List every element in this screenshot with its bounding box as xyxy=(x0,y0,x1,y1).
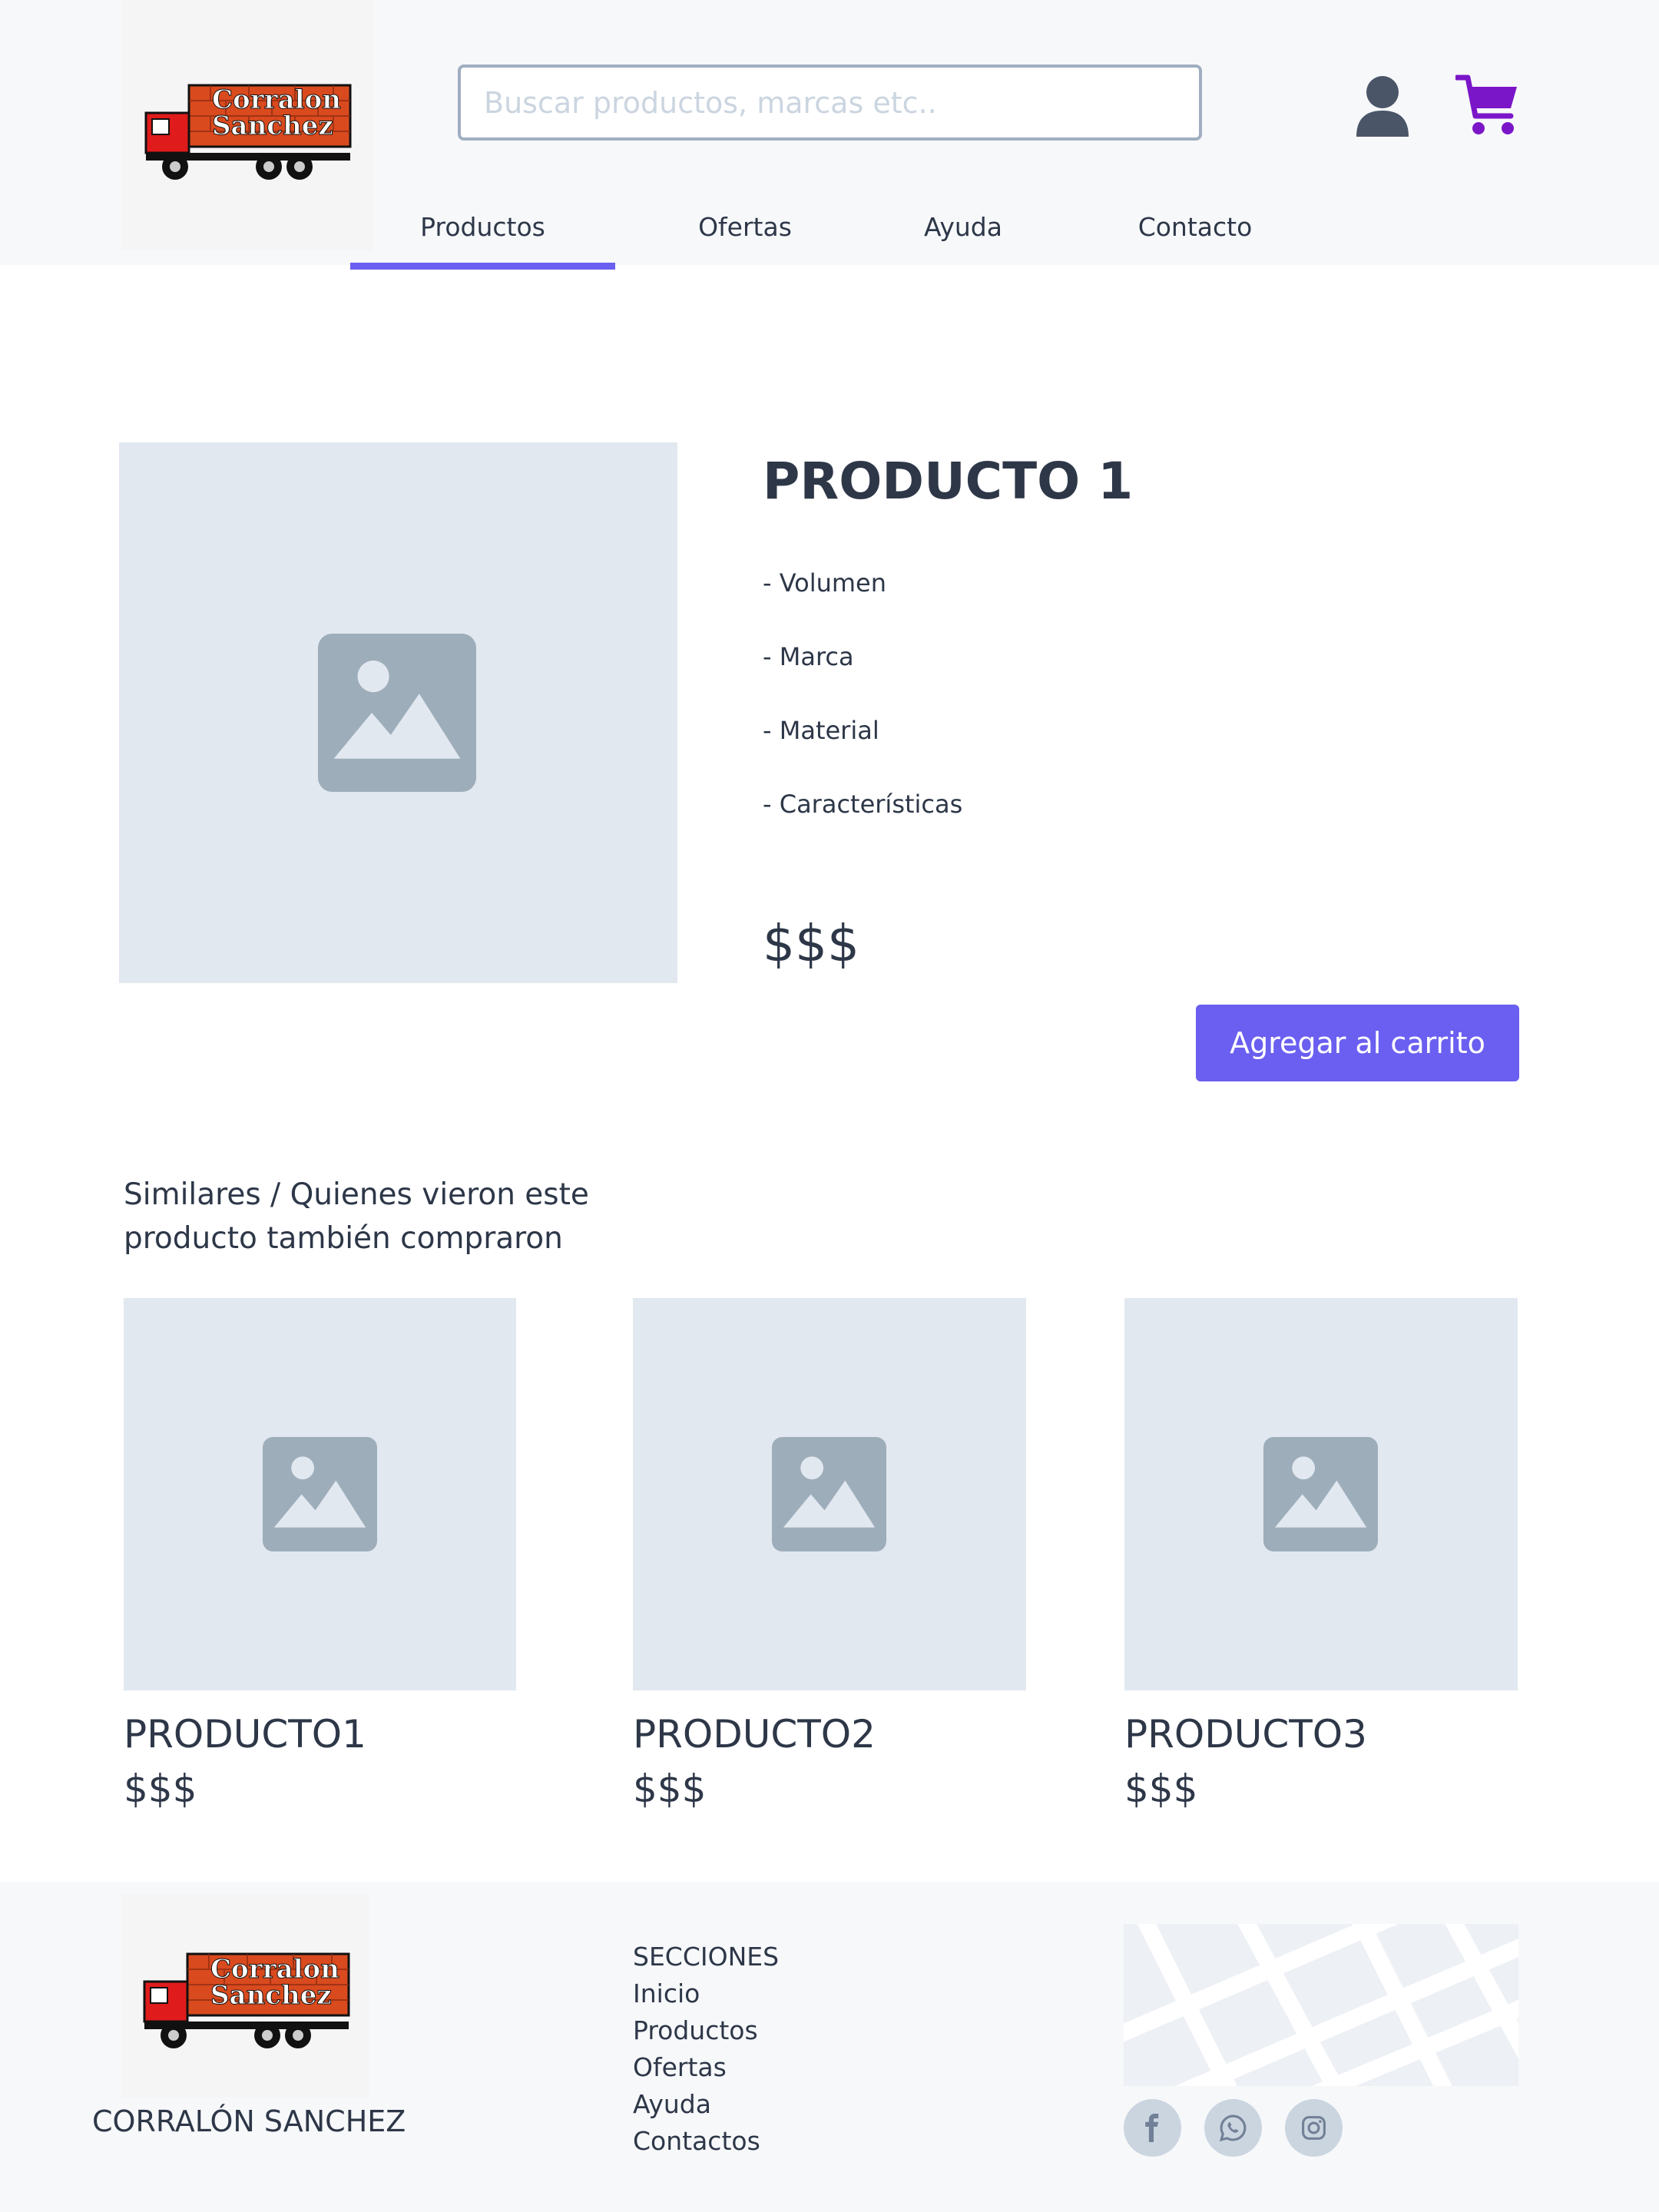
user-icon[interactable] xyxy=(1355,75,1410,137)
whatsapp-icon xyxy=(1219,2114,1247,2142)
feature-material: - Material xyxy=(763,716,879,745)
image-placeholder-icon xyxy=(1263,1437,1378,1551)
nav-productos[interactable]: Productos xyxy=(350,212,615,242)
footer-logo[interactable]: Corralon Sanchez xyxy=(121,1894,369,2098)
instagram-button[interactable] xyxy=(1285,2099,1343,2157)
map-streets xyxy=(1124,1924,1518,2086)
footer-brand-name: CORRALÓN SANCHEZ xyxy=(92,2104,406,2138)
footer-link-ayuda[interactable]: Ayuda xyxy=(633,2089,711,2119)
image-placeholder-icon xyxy=(772,1437,886,1551)
feature-caracteristicas: - Características xyxy=(763,790,963,819)
logo-text-line2: Sanchez xyxy=(210,1980,333,2012)
similar-product-name-1[interactable]: PRODUCTO1 xyxy=(124,1712,366,1757)
nav-active-indicator xyxy=(350,263,615,270)
similar-product-price-2: $$$ xyxy=(633,1767,707,1811)
similar-product-name-3[interactable]: PRODUCTO3 xyxy=(1124,1712,1367,1757)
image-placeholder-icon xyxy=(263,1437,377,1551)
footer-sections-title: SECCIONES xyxy=(633,1942,780,1972)
product-price: $$$ xyxy=(763,914,859,973)
feature-marca: - Marca xyxy=(763,642,854,671)
similar-product-image-1[interactable] xyxy=(124,1298,516,1690)
facebook-button[interactable] xyxy=(1124,2099,1181,2157)
header-logo[interactable]: Corralon Sanchez xyxy=(121,0,373,250)
product-image xyxy=(119,442,677,983)
similar-product-price-3: $$$ xyxy=(1124,1767,1198,1811)
product-title: PRODUCTO 1 xyxy=(763,452,1134,511)
similar-product-price-1: $$$ xyxy=(124,1767,197,1811)
nav-contacto[interactable]: Contacto xyxy=(1118,212,1272,242)
search-input[interactable] xyxy=(458,65,1202,141)
similar-product-image-3[interactable] xyxy=(1124,1298,1518,1690)
add-to-cart-button[interactable]: Agregar al carrito xyxy=(1196,1005,1519,1081)
feature-volumen: - Volumen xyxy=(763,568,887,598)
cart-icon[interactable] xyxy=(1455,73,1520,137)
image-placeholder-icon xyxy=(318,634,476,792)
whatsapp-button[interactable] xyxy=(1204,2099,1262,2157)
logo-text-line2: Sanchez xyxy=(212,111,334,142)
similar-section-title: Similares / Quienes vieron este producto… xyxy=(124,1177,589,1256)
location-map[interactable] xyxy=(1124,1924,1518,2086)
footer-link-ofertas[interactable]: Ofertas xyxy=(633,2052,727,2082)
nav-ofertas[interactable]: Ofertas xyxy=(668,212,822,242)
similar-product-image-2[interactable] xyxy=(633,1298,1026,1690)
footer-link-productos[interactable]: Productos xyxy=(633,2015,758,2045)
instagram-icon xyxy=(1302,2116,1326,2140)
facebook-icon xyxy=(1145,2114,1159,2142)
footer-link-inicio[interactable]: Inicio xyxy=(633,1979,700,2008)
nav-ayuda[interactable]: Ayuda xyxy=(886,212,1040,242)
footer-link-contactos[interactable]: Contactos xyxy=(633,2126,760,2156)
similar-product-name-2[interactable]: PRODUCTO2 xyxy=(633,1712,876,1757)
